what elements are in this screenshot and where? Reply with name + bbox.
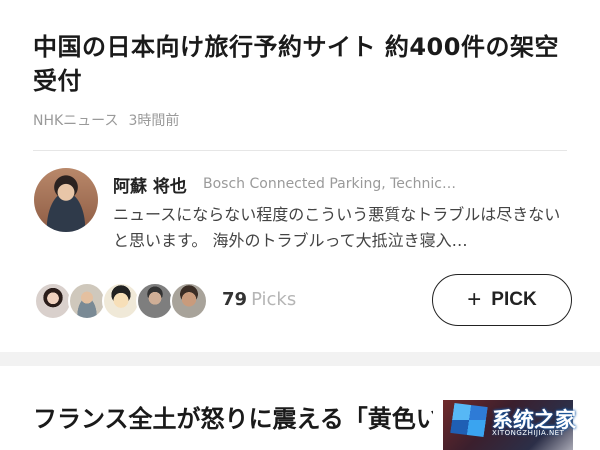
next-article-headline[interactable]: フランス全土が怒りに震える「黄色いベスト」デモ [33, 402, 433, 436]
picks-label: Picks [251, 289, 297, 310]
comment-body[interactable]: ニュースにならない程度のこういう悪質なトラブルは尽きないと思います。 海外のトラ… [113, 202, 573, 254]
picker-avatar[interactable] [102, 282, 140, 320]
picks-number: 79 [222, 289, 248, 310]
avatar[interactable] [34, 168, 98, 232]
pick-button-label: PICK [491, 289, 537, 310]
article-meta: NHKニュース 3時間前 [33, 110, 179, 130]
picks-count[interactable]: 79 Picks [222, 289, 296, 310]
comment-author[interactable]: 阿蘇 将也 [113, 172, 187, 197]
watermark-subtext: XITONGZHIJIA.NET [492, 429, 565, 437]
watermark-logo-icon [450, 403, 489, 437]
picker-avatar[interactable] [34, 282, 72, 320]
pick-button[interactable]: + PICK [432, 274, 572, 326]
watermark-text: 系统之家 [492, 408, 576, 432]
picker-avatar[interactable] [136, 282, 174, 320]
comment-company: Bosch Connected Parking, Technic… [203, 176, 456, 192]
plus-icon: + [467, 286, 482, 313]
picker-avatar[interactable] [170, 282, 208, 320]
picker-avatars[interactable] [34, 282, 208, 320]
picker-avatar[interactable] [68, 282, 106, 320]
article-source: NHKニュース [33, 113, 119, 129]
divider [33, 150, 567, 151]
article-headline[interactable]: 中国の日本向け旅行予約サイト 約400件の架空受付 [33, 30, 573, 98]
article-time: 3時間前 [128, 113, 180, 129]
article-card[interactable]: 中国の日本向け旅行予約サイト 約400件の架空受付 NHKニュース 3時間前 阿蘇… [0, 0, 600, 352]
